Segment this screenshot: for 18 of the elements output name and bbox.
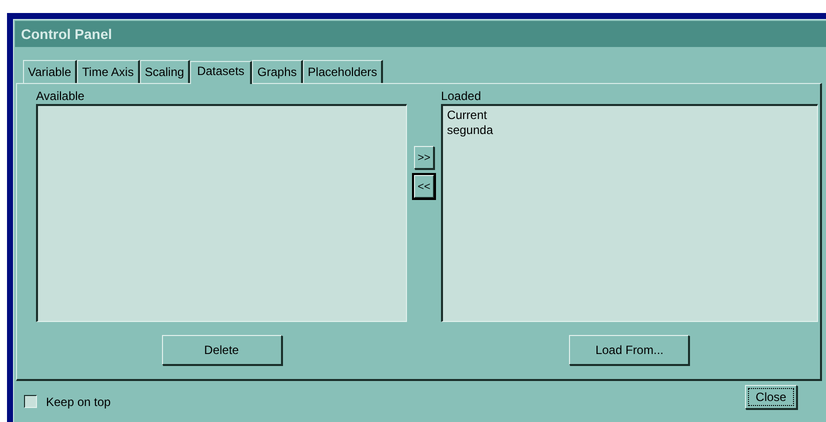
list-box[interactable]: Current segunda <box>440 104 818 322</box>
push-button[interactable]: Load From... <box>569 335 690 365</box>
checkbox-label: Keep on top <box>46 394 111 408</box>
tab[interactable]: Placeholders <box>302 60 384 83</box>
tab[interactable]: Variable <box>23 60 78 83</box>
tab[interactable]: Datasets <box>190 61 252 84</box>
list-item[interactable]: segunda <box>446 123 813 138</box>
tab[interactable]: Graphs <box>252 60 303 83</box>
list-item[interactable]: Current <box>446 108 813 123</box>
tab[interactable]: Time Axis <box>77 60 140 83</box>
push-button[interactable]: Delete <box>162 335 282 365</box>
list-label: Available <box>36 88 86 104</box>
transfer-button[interactable]: << <box>414 175 434 198</box>
window-title: Control Panel <box>15 21 826 47</box>
checkbox[interactable] <box>24 395 37 408</box>
transfer-button[interactable]: >> <box>414 146 434 169</box>
list-label: Loaded <box>440 88 482 104</box>
close-button[interactable]: Close <box>745 384 797 408</box>
